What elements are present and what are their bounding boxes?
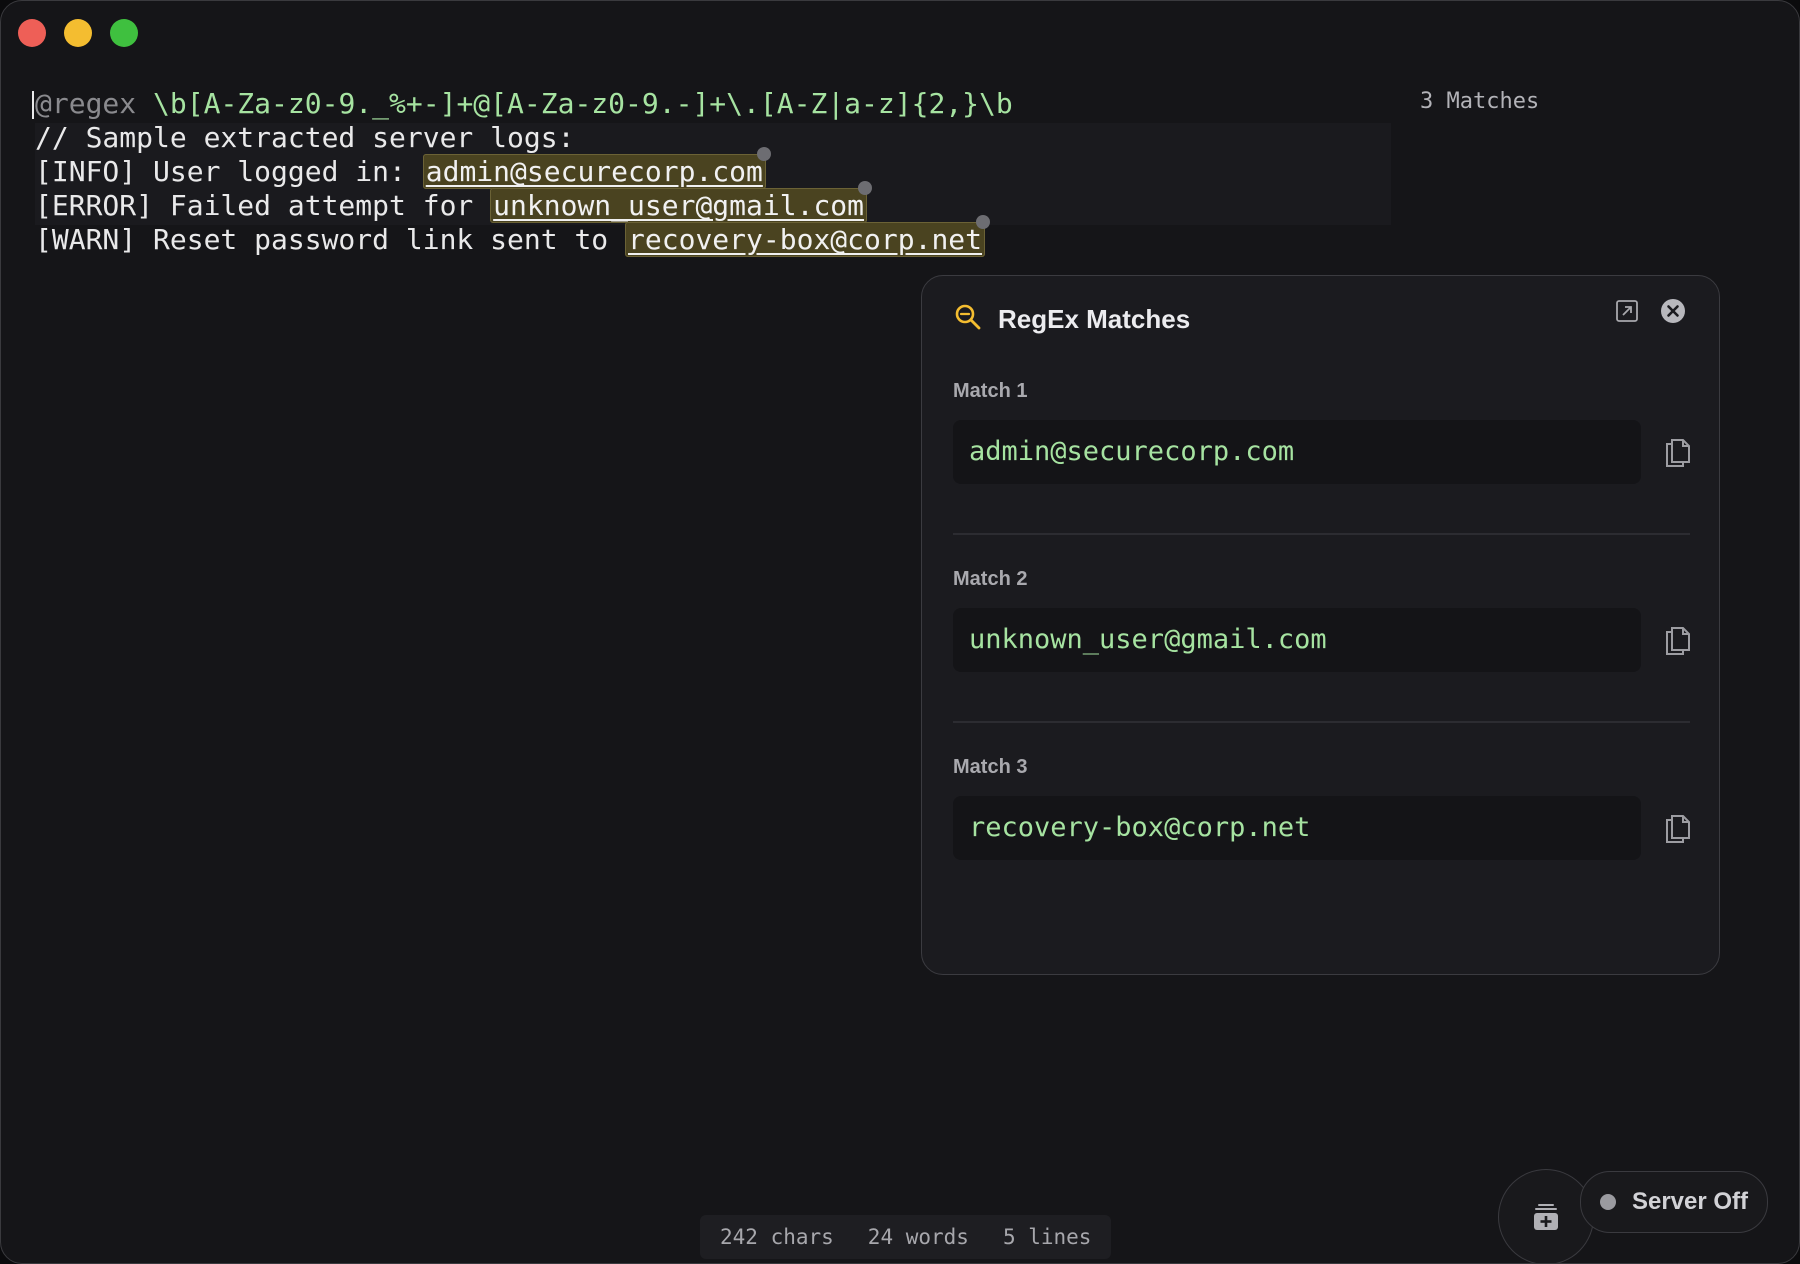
- match-label: Match 1: [953, 380, 1028, 402]
- panel-title: RegEx Matches: [998, 303, 1191, 334]
- highlighted-match[interactable]: unknown_user@gmail.com: [490, 181, 873, 223]
- copy-button[interactable]: [1663, 810, 1693, 844]
- server-status-dot: [1599, 1194, 1616, 1210]
- editor-line-error[interactable]: [ERROR] Failed attempt for unknown_user@…: [35, 181, 1013, 223]
- regex-matches-panel: RegEx Matches Match 1 admin@securecorp.c…: [921, 275, 1720, 975]
- match-label: Match 2: [953, 568, 1028, 590]
- comment-text: // Sample extracted server logs:: [35, 121, 575, 154]
- match-item: Match 3 recovery-box@corp.net: [953, 756, 1690, 860]
- match-text: recovery-box@corp.net: [628, 223, 983, 256]
- match-handle[interactable]: [976, 215, 991, 229]
- highlighted-match[interactable]: recovery-box@corp.net: [625, 215, 991, 257]
- match-item: Match 2 unknown_user@gmail.com: [953, 568, 1690, 672]
- copy-button[interactable]: [1663, 434, 1693, 468]
- server-status-label: Server Off: [1631, 1188, 1749, 1215]
- regex-directive: @regex: [35, 87, 137, 120]
- copy-icon: [1666, 815, 1690, 843]
- match-item: Match 1 admin@securecorp.com: [953, 380, 1690, 484]
- copy-icon: [1666, 439, 1690, 467]
- minimize-window-button[interactable]: [64, 19, 92, 47]
- match-value[interactable]: recovery-box@corp.net: [953, 796, 1641, 860]
- match-handle[interactable]: [756, 147, 771, 161]
- line-prefix: [INFO] User logged in:: [35, 155, 423, 188]
- close-panel-button[interactable]: [1658, 296, 1688, 326]
- new-note-button[interactable]: [1498, 1169, 1594, 1263]
- app-window: @regex \b[A-Za-z0-9._%+-]+@[A-Za-z0-9.-]…: [0, 0, 1800, 1264]
- regex-pattern: \b[A-Za-z0-9._%+-]+@[A-Za-z0-9.-]+\.[A-Z…: [153, 87, 1013, 120]
- copy-button[interactable]: [1663, 622, 1693, 656]
- highlighted-match[interactable]: admin@securecorp.com: [422, 147, 771, 189]
- match-value[interactable]: unknown_user@gmail.com: [953, 608, 1641, 672]
- match-text: unknown_user@gmail.com: [493, 189, 865, 222]
- editor-line-comment[interactable]: // Sample extracted server logs:: [35, 121, 1013, 155]
- char-count: 242 chars: [720, 1225, 834, 1249]
- external-link-icon: [1616, 300, 1638, 322]
- divider: [953, 721, 1690, 723]
- match-label: Match 3: [953, 756, 1028, 778]
- close-window-button[interactable]: [18, 19, 46, 47]
- text-editor[interactable]: @regex \b[A-Za-z0-9._%+-]+@[A-Za-z0-9.-]…: [32, 87, 1013, 257]
- search-icon: [954, 303, 982, 336]
- match-text: admin@securecorp.com: [425, 155, 763, 188]
- editor-line-regex[interactable]: @regex \b[A-Za-z0-9._%+-]+@[A-Za-z0-9.-]…: [32, 87, 1013, 121]
- editor-line-warn[interactable]: [WARN] Reset password link sent to recov…: [35, 215, 1013, 257]
- line-prefix: [WARN] Reset password link sent to: [35, 223, 626, 256]
- close-icon: [1661, 299, 1685, 323]
- zoom-window-button[interactable]: [110, 19, 138, 47]
- word-count: 24 words: [867, 1225, 969, 1249]
- panel-header: RegEx Matches: [954, 294, 1190, 344]
- status-bar: 242 chars 24 words 5 lines: [700, 1215, 1112, 1259]
- match-count: 3 Matches: [1420, 89, 1540, 114]
- popout-button[interactable]: [1612, 296, 1642, 326]
- match-value[interactable]: admin@securecorp.com: [953, 420, 1641, 484]
- match-handle[interactable]: [858, 181, 873, 195]
- window-controls: [18, 19, 138, 47]
- server-toggle-button[interactable]: Server Off: [1580, 1171, 1768, 1233]
- copy-icon: [1666, 627, 1690, 655]
- line-count: 5 lines: [1002, 1225, 1092, 1249]
- line-prefix: [ERROR] Failed attempt for: [35, 189, 491, 222]
- divider: [953, 533, 1690, 535]
- text-caret: [32, 91, 34, 119]
- add-stack-icon: [1534, 1204, 1558, 1230]
